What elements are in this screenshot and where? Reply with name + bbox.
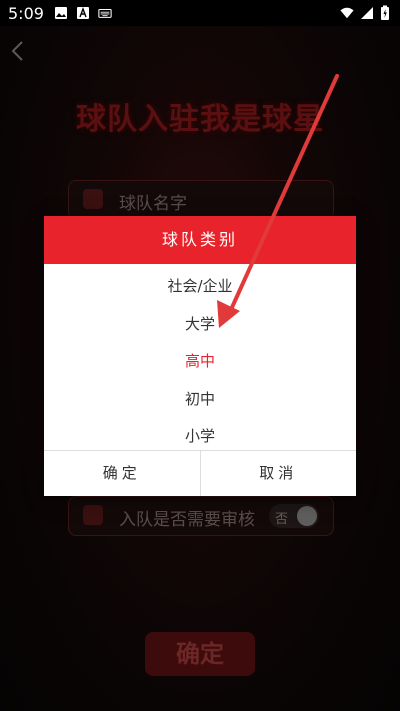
dialog-confirm-button[interactable]: 确定 <box>44 451 200 496</box>
dialog-title: 球队类别 <box>44 216 356 264</box>
option-middle-school[interactable]: 初中 <box>44 381 356 419</box>
review-toggle[interactable]: 否 <box>269 504 319 528</box>
team-name-field[interactable]: 球队名字 <box>68 180 334 220</box>
image-icon <box>55 7 67 19</box>
page-title: 球队入驻我是球星 <box>76 102 324 137</box>
battery-icon <box>381 5 389 20</box>
wifi-icon <box>340 7 354 19</box>
a-icon <box>77 7 89 19</box>
review-checkbox[interactable] <box>83 505 103 525</box>
review-label: 入队是否需要审核 <box>119 510 255 530</box>
option-university[interactable]: 大学 <box>44 306 356 344</box>
team-name-placeholder: 球队名字 <box>119 194 187 214</box>
team-name-icon <box>83 189 103 209</box>
option-high-school[interactable]: 高中 <box>44 343 356 381</box>
dialog-footer: 确定 取消 <box>44 450 356 496</box>
toggle-knob <box>297 506 317 526</box>
dialog-cancel-button[interactable]: 取消 <box>199 451 357 496</box>
option-list: 社会/企业 大学 高中 初中 小学 <box>44 264 356 456</box>
page-confirm-button[interactable]: 确定 <box>145 632 255 676</box>
review-toggle-text: 否 <box>275 512 289 527</box>
team-category-dialog: 球队类别 社会/企业 大学 高中 初中 小学 确定 取消 <box>44 216 356 496</box>
status-time: 5:09 <box>8 4 44 23</box>
status-icons-right <box>340 5 390 21</box>
review-setting-row: 入队是否需要审核 否 <box>68 496 334 536</box>
signal-icon <box>361 7 373 19</box>
option-society-enterprise[interactable]: 社会/企业 <box>44 268 356 306</box>
keyboard-icon <box>98 8 112 18</box>
back-arrow-icon[interactable] <box>8 40 30 62</box>
status-icons-left <box>54 6 112 20</box>
status-bar: 5:09 <box>0 0 400 26</box>
